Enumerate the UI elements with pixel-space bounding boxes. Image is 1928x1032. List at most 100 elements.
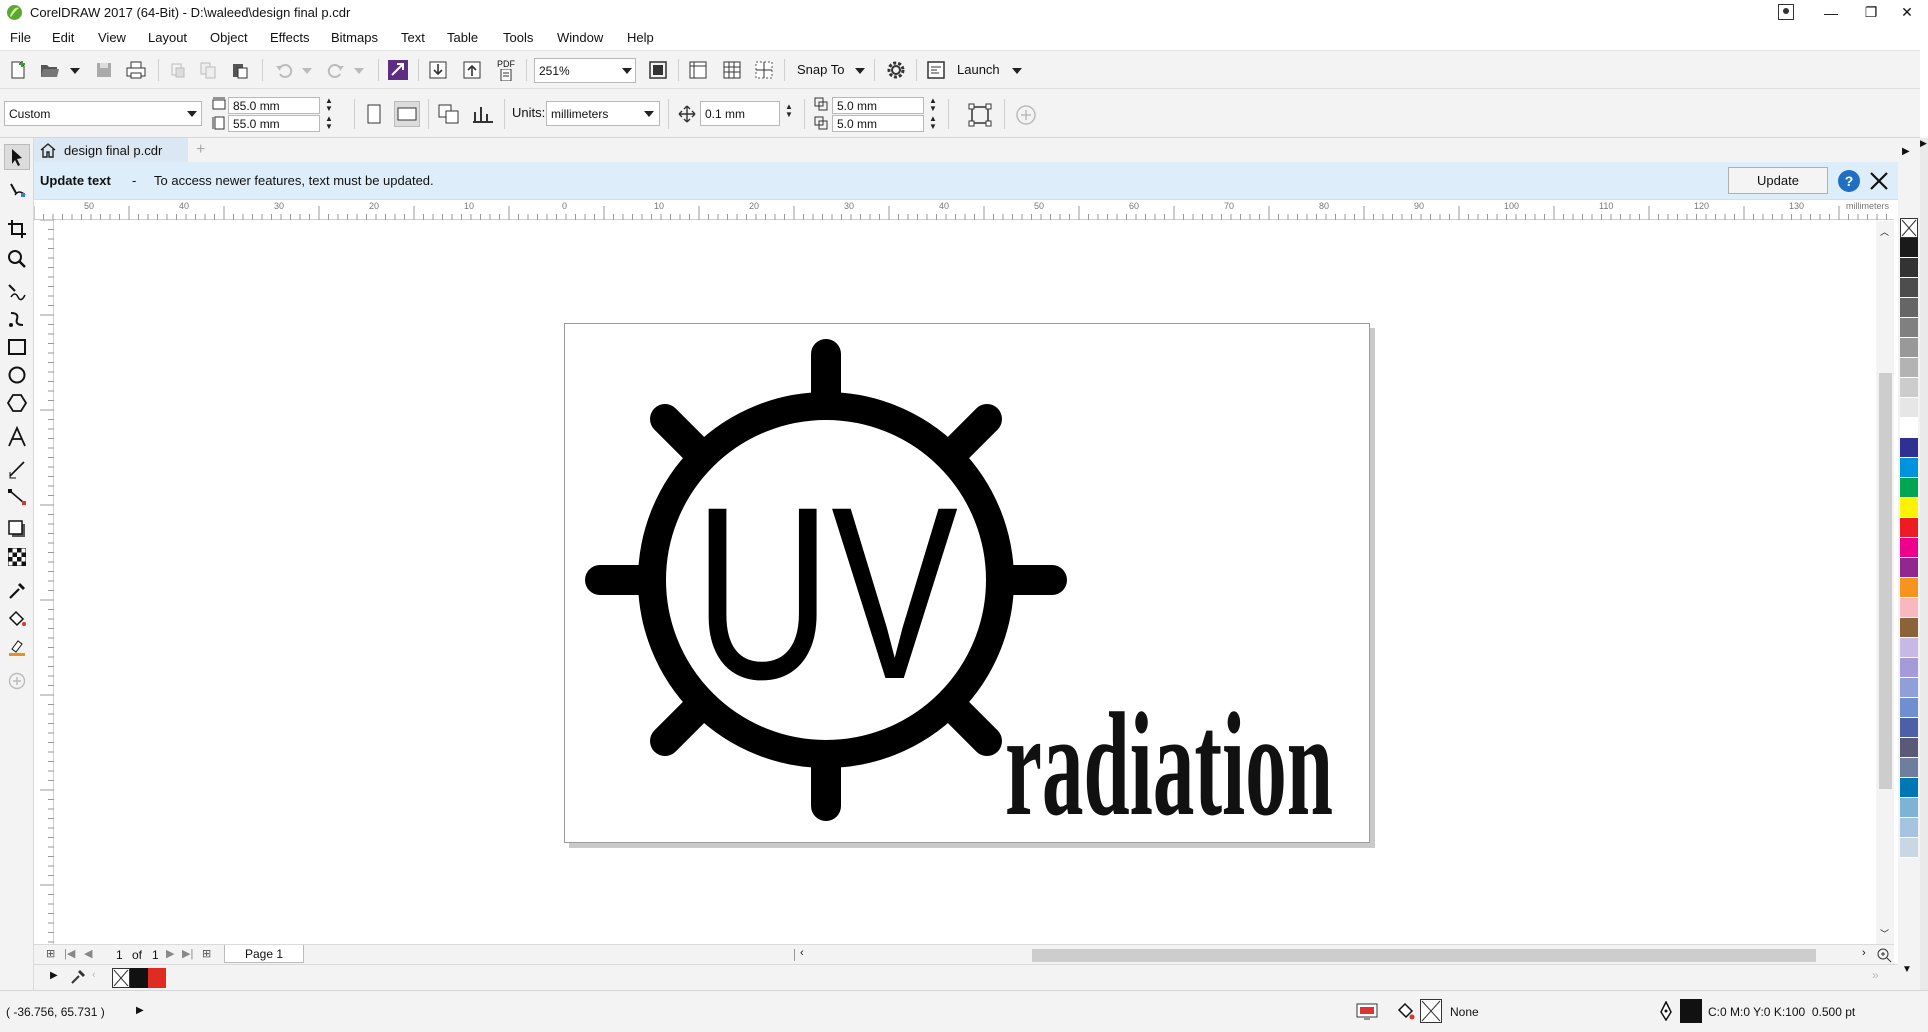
palette-swatch[interactable] bbox=[1900, 798, 1918, 818]
scroll-up-icon[interactable]: ︿ bbox=[1880, 225, 1889, 238]
palette-swatch[interactable] bbox=[1900, 698, 1918, 718]
nudge-distance-field[interactable]: 0.1 mm bbox=[700, 101, 780, 126]
menu-table[interactable]: Table bbox=[447, 30, 478, 45]
docker-expand-icon[interactable]: ▶ bbox=[1920, 138, 1927, 149]
menu-window[interactable]: Window bbox=[557, 30, 603, 45]
palette-swatch[interactable] bbox=[1900, 718, 1918, 738]
all-pages-button[interactable] bbox=[436, 101, 462, 127]
palette-scroll-left-icon[interactable]: ‹ bbox=[92, 969, 96, 981]
palette-swatch[interactable] bbox=[1900, 318, 1918, 338]
help-icon[interactable]: ? bbox=[1838, 170, 1860, 192]
palette-swatch[interactable] bbox=[1900, 658, 1918, 678]
menu-help[interactable]: Help bbox=[627, 30, 654, 45]
freehand-tool[interactable] bbox=[4, 278, 30, 304]
crop-tool[interactable] bbox=[4, 216, 30, 242]
scroll-down-icon[interactable]: ﹀ bbox=[1880, 927, 1889, 940]
undo-dropdown-arrow[interactable] bbox=[302, 68, 312, 74]
ellipse-tool[interactable] bbox=[4, 362, 30, 388]
menu-text[interactable]: Text bbox=[401, 30, 425, 45]
palette-swatch[interactable] bbox=[1900, 278, 1918, 298]
full-screen-preview-button[interactable] bbox=[646, 58, 670, 82]
show-grid-button[interactable] bbox=[720, 58, 744, 82]
palette-fly-out-icon[interactable]: ▶ bbox=[1902, 146, 1910, 157]
new-tab-plus-icon[interactable]: + bbox=[196, 141, 205, 159]
redo-button[interactable] bbox=[324, 58, 348, 82]
minimize-button[interactable]: — bbox=[1814, 0, 1848, 25]
show-rulers-button[interactable] bbox=[686, 58, 710, 82]
maximize-button[interactable]: ❐ bbox=[1854, 0, 1888, 25]
next-page-icon[interactable]: ▶ bbox=[166, 947, 174, 960]
duplicate-x-field[interactable]: 5.0 mm bbox=[832, 97, 924, 114]
print-button[interactable] bbox=[124, 58, 148, 82]
current-page-number[interactable]: 1 bbox=[116, 948, 123, 962]
scroll-left-icon[interactable]: ‹ bbox=[800, 947, 804, 959]
color-proof-icon[interactable] bbox=[1356, 1003, 1378, 1021]
current-page-button[interactable] bbox=[470, 101, 496, 127]
polygon-tool[interactable] bbox=[4, 390, 30, 416]
palette-swatch[interactable] bbox=[1900, 818, 1918, 838]
palette-eyedropper-icon[interactable] bbox=[70, 969, 86, 985]
vertical-scrollbar[interactable]: ︿ ﹀ bbox=[1876, 221, 1894, 944]
duplicate-y-field[interactable]: 5.0 mm bbox=[832, 115, 924, 132]
first-page-icon[interactable]: |◀ bbox=[64, 947, 75, 960]
duplicate-x-spinner[interactable]: ▲ ▼ bbox=[926, 97, 940, 113]
launch-icon-button[interactable] bbox=[924, 58, 948, 82]
save-button[interactable] bbox=[92, 58, 116, 82]
palette-scroll-right-icon[interactable]: » bbox=[1872, 968, 1879, 982]
close-notice-icon[interactable] bbox=[1868, 170, 1890, 192]
outline-color-swatch[interactable] bbox=[1680, 999, 1702, 1023]
palette-swatch[interactable] bbox=[1900, 458, 1918, 478]
palette-swatch[interactable] bbox=[1900, 438, 1918, 458]
palette-swatch[interactable] bbox=[1900, 838, 1918, 858]
menu-bitmaps[interactable]: Bitmaps bbox=[331, 30, 378, 45]
palette-swatch[interactable] bbox=[1900, 298, 1918, 318]
menu-layout[interactable]: Layout bbox=[148, 30, 187, 45]
vertical-scroll-thumb[interactable] bbox=[1879, 373, 1892, 789]
palette-swatch[interactable] bbox=[1900, 498, 1918, 518]
document-tab[interactable]: design final p.cdr bbox=[34, 138, 188, 162]
palette-swatch[interactable] bbox=[1900, 578, 1918, 598]
menu-edit[interactable]: Edit bbox=[52, 30, 74, 45]
palette-swatch[interactable] bbox=[1900, 398, 1918, 418]
rectangle-tool[interactable] bbox=[4, 334, 30, 360]
fill-none-swatch[interactable] bbox=[1420, 999, 1442, 1023]
palette-swatch[interactable] bbox=[1900, 758, 1918, 778]
cut-button[interactable] bbox=[166, 58, 190, 82]
menu-tools[interactable]: Tools bbox=[503, 30, 533, 45]
page-size-combo[interactable]: Custom bbox=[4, 101, 202, 126]
add-page-after-icon[interactable]: ⊞ bbox=[202, 947, 211, 960]
zoom-tool[interactable] bbox=[4, 246, 30, 272]
duplicate-y-spinner[interactable]: ▲ ▼ bbox=[926, 115, 940, 131]
landscape-button[interactable] bbox=[394, 101, 420, 127]
palette-swatch[interactable] bbox=[1900, 358, 1918, 378]
outline-pen-icon[interactable] bbox=[1658, 1001, 1674, 1021]
palette-swatch[interactable] bbox=[1900, 538, 1918, 558]
page-size-dropdown-arrow[interactable] bbox=[187, 111, 197, 117]
home-icon[interactable] bbox=[40, 142, 56, 158]
menu-view[interactable]: View bbox=[98, 30, 126, 45]
page-width-field[interactable]: 85.0 mm bbox=[228, 97, 320, 114]
update-button[interactable]: Update bbox=[1728, 167, 1828, 194]
close-button[interactable]: ✕ bbox=[1890, 0, 1924, 25]
new-document-button[interactable] bbox=[6, 58, 30, 82]
eyedropper-tool[interactable] bbox=[4, 578, 30, 604]
snap-to-dropdown-arrow[interactable] bbox=[855, 68, 865, 74]
page-1-tab[interactable]: Page 1 bbox=[224, 945, 304, 963]
drop-shadow-tool[interactable] bbox=[4, 516, 30, 542]
account-icon[interactable] bbox=[1778, 4, 1794, 20]
scroll-splitter[interactable] bbox=[794, 949, 795, 961]
palette-swatch[interactable] bbox=[1900, 518, 1918, 538]
artistic-media-tool[interactable] bbox=[4, 306, 30, 332]
treat-as-filled-button[interactable] bbox=[966, 101, 994, 129]
smart-fill-tool[interactable] bbox=[4, 634, 30, 660]
portrait-button[interactable] bbox=[362, 101, 386, 127]
palette-swatch[interactable] bbox=[1900, 238, 1918, 258]
palette-scroll-down-icon[interactable]: ▼ bbox=[1902, 964, 1912, 975]
import-button[interactable] bbox=[426, 58, 450, 82]
nudge-spinner[interactable]: ▲ ▼ bbox=[782, 103, 796, 119]
last-page-icon[interactable]: ▶| bbox=[182, 947, 193, 960]
palette-swatch[interactable] bbox=[1900, 478, 1918, 498]
palette-swatch[interactable] bbox=[1900, 618, 1918, 638]
page-width-spinner[interactable]: ▲ ▼ bbox=[322, 97, 336, 113]
export-button[interactable] bbox=[460, 58, 484, 82]
